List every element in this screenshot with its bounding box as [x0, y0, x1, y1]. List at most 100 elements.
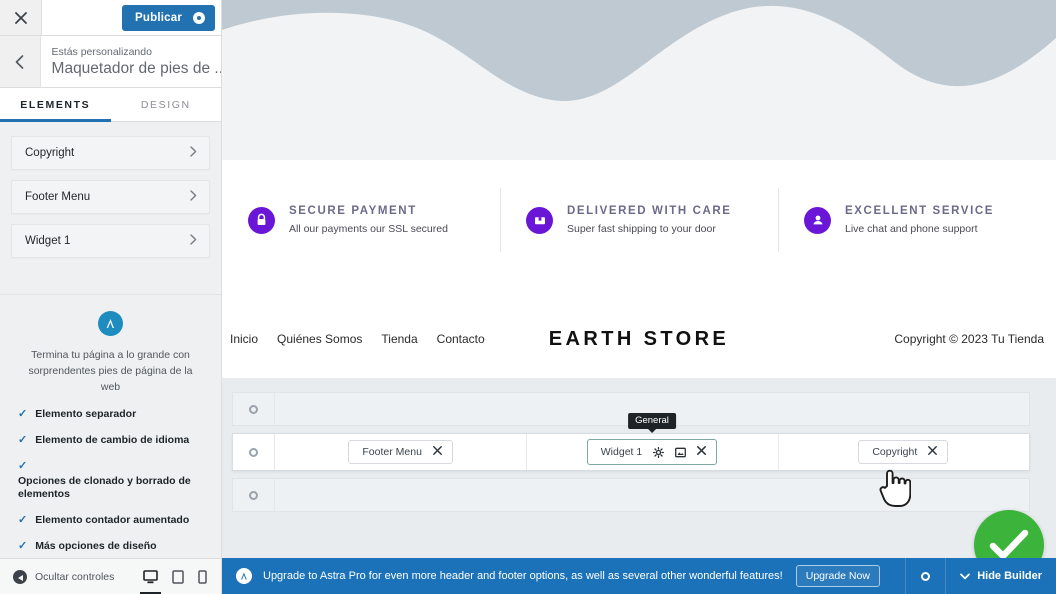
feature-title: DELIVERED WITH CARE	[567, 205, 732, 217]
tab-elements[interactable]: ELEMENTS	[0, 88, 111, 121]
promo-feature-clone-delete: ✓ Opciones de clonado y borrado de eleme…	[18, 460, 207, 501]
astra-upgrade-bar: Upgrade to Astra Pro for even more heade…	[222, 558, 1056, 594]
close-icon[interactable]	[0, 0, 42, 35]
features-strip: SECURE PAYMENT All our payments our SSL …	[222, 160, 1056, 280]
bottom-bar-actions: Hide Builder	[905, 558, 1056, 594]
box-icon	[526, 206, 553, 234]
chip-widget-1[interactable]: Widget 1 General	[586, 413, 718, 465]
hide-builder-label: Hide Builder	[977, 570, 1042, 582]
customizer-sidebar: Publicar Estás personalizando Maquetador…	[0, 0, 222, 594]
footer-navigation-bar: Inicio Quiénes Somos Tienda Contacto EAR…	[222, 300, 1056, 378]
gear-icon[interactable]	[905, 558, 945, 594]
chevron-right-icon	[190, 146, 197, 160]
sidebar-item-footer-menu[interactable]: Footer Menu	[11, 180, 210, 214]
feature-secure-payment: SECURE PAYMENT All our payments our SSL …	[222, 192, 500, 248]
hero-wave-graphic	[222, 0, 1056, 160]
upgrade-message: Upgrade to Astra Pro for even more heade…	[263, 570, 783, 582]
row-column-2[interactable]: Widget 1 General	[526, 413, 777, 470]
sidebar-tabs: ELEMENTS DESIGN	[0, 88, 221, 122]
feature-text-block: SECURE PAYMENT All our payments our SSL …	[289, 203, 448, 237]
check-icon: ✓	[18, 434, 28, 446]
row-columns	[275, 479, 1029, 511]
row-column[interactable]	[275, 479, 1029, 511]
publish-area: Publicar	[122, 0, 221, 35]
image-icon[interactable]	[675, 447, 687, 458]
back-icon[interactable]	[0, 36, 41, 87]
row-settings-icon[interactable]	[233, 434, 275, 470]
chip-copyright[interactable]: Copyright	[858, 440, 949, 464]
promo-feature-label: Opciones de clonado y borrado de element…	[18, 475, 191, 500]
sidebar-footer: Ocultar controles	[0, 558, 221, 594]
promo-feature-label: Elemento separador	[35, 408, 137, 420]
feature-text-block: DELIVERED WITH CARE Super fast shipping …	[567, 203, 732, 237]
chip-label: Widget 1	[600, 446, 643, 458]
site-preview: SECURE PAYMENT All our payments our SSL …	[222, 0, 1056, 594]
sidebar-item-copyright[interactable]: Copyright	[11, 136, 210, 170]
check-icon: ✓	[18, 408, 28, 420]
row-column-3[interactable]: Copyright	[777, 434, 1029, 470]
tooltip-general: General	[628, 413, 676, 433]
chevron-down-icon	[960, 573, 971, 579]
row-column-1[interactable]: Footer Menu	[275, 434, 526, 470]
site-brand: EARTH STORE	[548, 327, 730, 350]
chip-footer-menu[interactable]: Footer Menu	[348, 440, 453, 464]
chevron-right-icon	[190, 190, 197, 204]
upgrade-now-button[interactable]: Upgrade Now	[795, 565, 880, 587]
feature-title: SECURE PAYMENT	[289, 205, 417, 217]
customizing-eyebrow: Estás personalizando	[51, 45, 152, 58]
feature-subtitle: Super fast shipping to your door	[567, 223, 716, 235]
page-title: Maquetador de pies de ...	[51, 59, 221, 77]
check-icon: ✓	[18, 514, 28, 526]
device-preview-switcher	[140, 569, 221, 594]
sidebar-item-label: Copyright	[25, 147, 75, 159]
astra-pro-promo: Termina tu página a lo grande con sorpre…	[0, 294, 221, 553]
hide-builder-button[interactable]: Hide Builder	[945, 558, 1056, 594]
topbar-spacer	[42, 0, 123, 35]
tablet-icon[interactable]	[172, 569, 184, 584]
row-columns: Footer Menu Widget 1 General Copyright	[275, 413, 1029, 470]
close-icon[interactable]	[433, 446, 442, 458]
promo-feature-language-switcher: ✓ Elemento de cambio de idioma	[18, 434, 207, 447]
chevron-right-icon	[190, 234, 197, 248]
close-icon[interactable]	[697, 446, 707, 458]
collapse-icon	[13, 569, 27, 584]
close-icon[interactable]	[928, 446, 938, 458]
promo-feature-design-options: ✓ Más opciones de diseño	[18, 540, 207, 553]
publish-settings-icon[interactable]	[193, 11, 205, 24]
feature-excellent-service: EXCELLENT SERVICE Live chat and phone su…	[778, 188, 1056, 252]
row-settings-icon[interactable]	[233, 479, 275, 511]
astra-logo-icon	[98, 311, 123, 336]
footer-builder-panel: Footer Menu Widget 1 General Copyright	[222, 378, 1056, 558]
primary-footer-row[interactable]: Footer Menu Widget 1 General Copyright	[232, 413, 1030, 471]
publish-label: Publicar	[135, 11, 182, 24]
gear-icon[interactable]	[653, 446, 665, 458]
below-footer-row[interactable]	[232, 478, 1030, 512]
mobile-icon[interactable]	[198, 569, 207, 584]
sidebar-item-label: Widget 1	[25, 235, 71, 247]
sidebar-item-widget-1[interactable]: Widget 1	[11, 224, 210, 258]
chip-label: Copyright	[872, 446, 918, 458]
feature-text-block: EXCELLENT SERVICE Live chat and phone su…	[845, 203, 994, 237]
customizer-app: Publicar Estás personalizando Maquetador…	[0, 0, 1056, 594]
sidebar-body: Copyright Footer Menu Widget 1 Termina t…	[0, 122, 221, 558]
promo-headline: Termina tu página a lo grande con sorpre…	[28, 349, 193, 393]
promo-feature-label: Elemento de cambio de idioma	[35, 434, 190, 446]
feature-title: EXCELLENT SERVICE	[845, 205, 995, 217]
promo-feature-label: Más opciones de diseño	[35, 540, 157, 552]
sidebar-item-label: Footer Menu	[25, 191, 91, 203]
chip-label: Footer Menu	[362, 446, 422, 458]
tab-design[interactable]: DESIGN	[111, 88, 222, 121]
support-icon	[804, 206, 831, 234]
astra-logo-icon	[236, 568, 252, 584]
feature-subtitle: Live chat and phone support	[845, 223, 978, 235]
sidebar-header: Estás personalizando Maquetador de pies …	[0, 36, 221, 88]
lock-icon	[248, 206, 275, 234]
publish-button[interactable]: Publicar	[122, 4, 215, 31]
check-icon: ✓	[18, 540, 28, 552]
promo-feature-counter: ✓ Elemento contador aumentado	[18, 514, 207, 527]
desktop-icon[interactable]	[140, 569, 161, 594]
hide-controls-button[interactable]: Ocultar controles	[0, 569, 114, 584]
feature-subtitle: All our payments our SSL secured	[289, 223, 448, 235]
promo-feature-separator: ✓ Elemento separador	[18, 408, 207, 421]
row-settings-icon[interactable]	[233, 393, 275, 425]
